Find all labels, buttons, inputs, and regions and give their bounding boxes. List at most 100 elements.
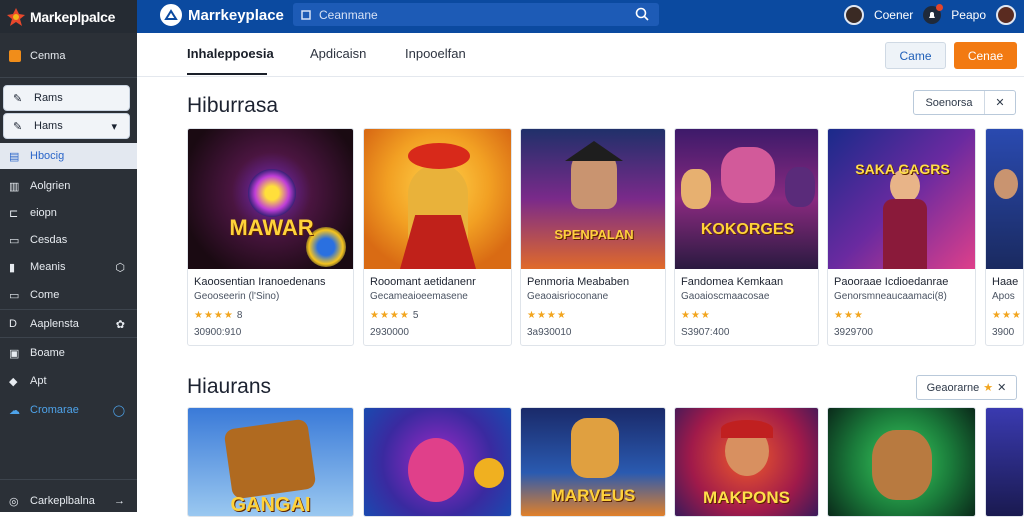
came-button[interactable]: Came <box>885 42 946 69</box>
tab-apdicaisn[interactable]: Apdicaisn <box>310 46 366 61</box>
sidebar-item-label: Carkeplbalna <box>30 495 95 507</box>
game-name: Penmoria Meababen <box>527 276 630 288</box>
section-title: Hiburrasa <box>187 94 279 117</box>
game-name: Fandomea Kemkaan <box>681 276 784 288</box>
sidebar: Cenma ✎ Rams ✎ Hams ▾ ▤ Hbocig ▥ Aolgrie… <box>0 33 137 512</box>
circle-icon: ◯ <box>112 404 125 417</box>
divider <box>0 77 137 78</box>
brand-area[interactable]: Markeplpalce <box>0 0 137 33</box>
game-card[interactable]: MARVEUS <box>520 407 666 517</box>
user2-avatar[interactable] <box>996 5 1016 25</box>
game-card[interactable]: SAKA GAGRS Paooraae Icdioedanrae Genorsm… <box>827 128 976 346</box>
marketplace-logo-icon <box>7 7 25 26</box>
sidebar-item-rams[interactable]: ✎ Rams <box>3 85 130 111</box>
search-input[interactable] <box>319 7 619 22</box>
cloud-icon: ☁ <box>9 405 20 417</box>
divider <box>0 309 137 310</box>
filter-label: Soenorsa <box>925 96 973 109</box>
sidebar-item-apt[interactable]: ◆ Apt <box>0 368 137 394</box>
shape-icon: ◆ <box>9 376 18 388</box>
d-icon: D <box>9 318 17 330</box>
game-art <box>986 129 1023 269</box>
art-title: MAKPONS <box>703 488 790 507</box>
card-icon: ▭ <box>9 235 20 247</box>
sidebar-item-aaplensta[interactable]: D Aaplensta ✿ <box>0 311 137 337</box>
art-title: SPENPALAN <box>554 227 634 242</box>
section-filter[interactable]: Geaorarne ★ ✕ <box>916 375 1017 400</box>
sidebar-item-boame[interactable]: ▣ Boame <box>0 340 137 366</box>
sidebar-dropdown[interactable]: ✎ Hams ▾ <box>3 113 130 139</box>
art-shape <box>883 199 927 269</box>
chevron-down-icon: ▾ <box>111 120 117 133</box>
game-name: Kaoosentian Iranoedenans <box>194 276 326 288</box>
sidebar-item-label: Meanis <box>30 261 66 273</box>
filter-label: Geaorarne <box>926 381 980 394</box>
game-art: KOKORGES <box>675 129 818 269</box>
main-content: Inhaleppoesia Apdicaisn Inpooelfan Came … <box>137 33 1024 517</box>
game-card[interactable]: SPENPALAN Penmoria Meababen Geaoaisrioco… <box>520 128 666 346</box>
app-logo[interactable]: Marrkeyplace <box>160 4 284 26</box>
art-title: KOKORGES <box>700 221 795 238</box>
user2-name[interactable]: Peapo <box>951 8 986 22</box>
sidebar-item-label: Cenma <box>30 50 66 62</box>
notification-icon[interactable] <box>923 4 944 24</box>
game-publisher: Genorsmneaucaamaci(8) <box>834 291 947 302</box>
sidebar-item-cromarae[interactable]: ☁ Cromarae ◯ <box>0 397 137 423</box>
rating-value: 8 <box>236 310 243 321</box>
stars-text: ★★★★ <box>527 310 567 321</box>
chart-icon: ▥ <box>9 181 20 193</box>
game-price: 30900:910 <box>194 327 242 338</box>
game-card[interactable]: MAKPONS <box>674 407 819 517</box>
game-card[interactable]: GANGAI <box>187 407 354 517</box>
filter-icon: ✕ <box>995 97 1005 109</box>
sidebar-item-label: eiopn <box>30 207 57 219</box>
sidebar-item-aolgrien[interactable]: ▥ Aolgrien <box>0 173 137 199</box>
brand-name: Markeplpalce <box>30 8 116 25</box>
game-card[interactable]: Rooomant aetidanenr Gecameaioeemasene ★★… <box>363 128 512 346</box>
search-bar[interactable] <box>293 3 659 26</box>
game-card[interactable] <box>827 407 976 517</box>
art-title: MARVEUS <box>550 486 636 505</box>
sidebar-item-label: Cromarae <box>30 404 79 416</box>
tab-bar: Inhaleppoesia Apdicaisn Inpooelfan Came … <box>137 33 1024 77</box>
game-card[interactable]: MAWAR Kaoosentian Iranoedenans Geooseeri… <box>187 128 354 346</box>
sidebar-item-label: Aolgrien <box>30 180 71 192</box>
sidebar-item-home[interactable]: Cenma <box>0 43 137 69</box>
stars-text: ★★★★ <box>194 310 234 321</box>
sidebar-item-come[interactable]: ▭ Come <box>0 282 137 308</box>
game-price: 2930000 <box>370 327 409 338</box>
cenae-button[interactable]: Cenae <box>954 42 1017 69</box>
tab-inhaleppoesia[interactable]: Inhaleppoesia <box>187 46 274 61</box>
sidebar-item-selected[interactable]: ▤ Hbocig <box>0 143 137 169</box>
art-shape <box>408 143 470 169</box>
sidebar-footer[interactable]: ◎ Carkeplbalna → <box>0 488 137 514</box>
tab-inpooelfan[interactable]: Inpooelfan <box>405 46 466 61</box>
art-shape <box>408 438 464 502</box>
art-shape <box>785 167 815 207</box>
art-shape <box>223 418 317 500</box>
folder-icon: ▭ <box>9 290 20 302</box>
game-art: SAKA GAGRS <box>828 129 975 269</box>
art-shape <box>872 430 932 500</box>
game-card[interactable] <box>363 407 512 517</box>
game-card[interactable]: KOKORGES Fandomea Kemkaan Gaoaioscmaacos… <box>674 128 819 346</box>
sidebar-item-meanis[interactable]: ▮ Meanis ⬡ <box>0 254 137 280</box>
section-filter[interactable]: Soenorsa ✕ <box>913 90 1016 115</box>
rating-stars: ★★★★ <box>527 310 570 321</box>
stars-text: ★★★ <box>681 310 711 321</box>
box-icon: ▣ <box>9 348 20 360</box>
sidebar-item-cesdas[interactable]: ▭ Cesdas <box>0 227 137 253</box>
user-name[interactable]: Coener <box>874 8 913 22</box>
stars-text: ★★★ <box>992 310 1022 321</box>
game-card[interactable]: Haae Apos ★★★ 3900 <box>985 128 1024 346</box>
game-card[interactable] <box>985 407 1024 517</box>
pencil-icon: ✎ <box>13 121 23 133</box>
art-shape <box>571 418 619 478</box>
rating-value: 5 <box>412 310 419 321</box>
sidebar-item-eiopn[interactable]: ⊏ eiopn <box>0 200 137 226</box>
user-avatar[interactable] <box>843 5 864 25</box>
top-right-controls: Coener Peapo <box>843 3 1016 27</box>
search-icon[interactable] <box>635 7 649 26</box>
sidebar-item-label: Aaplensta <box>30 318 79 330</box>
settings-icon: ✿ <box>115 318 125 331</box>
